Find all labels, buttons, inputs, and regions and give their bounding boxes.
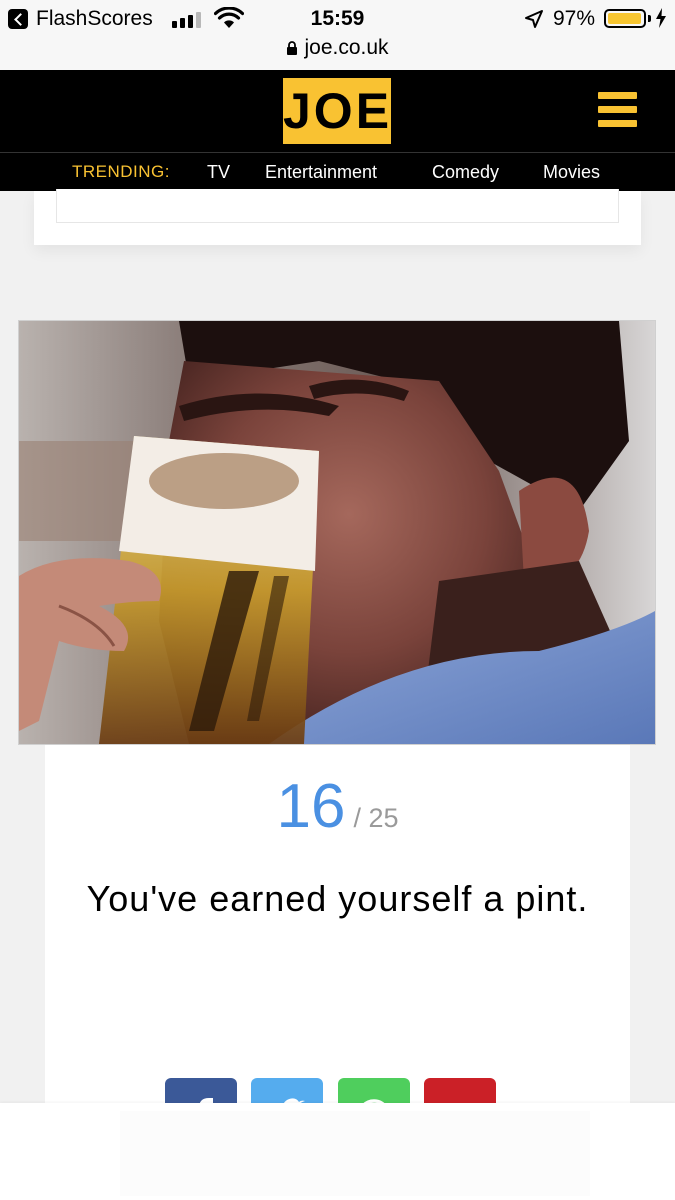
score-display: 16/ 25	[45, 771, 630, 842]
score-value: 16	[276, 772, 346, 841]
battery-level	[608, 13, 641, 24]
location-arrow-icon	[525, 10, 543, 28]
joe-logo[interactable]: JOE	[283, 78, 391, 144]
trending-link-comedy[interactable]: Comedy	[432, 162, 499, 183]
result-message: You've earned yourself a pint.	[86, 878, 589, 919]
site-header: JOE	[0, 70, 675, 152]
previous-question-card	[34, 189, 641, 245]
charging-bolt-icon	[656, 8, 666, 28]
bottom-ad-banner	[0, 1103, 675, 1200]
status-bar: FlashScores 15:59 97%	[0, 0, 675, 36]
battery-tip	[648, 15, 651, 22]
hamburger-menu-icon[interactable]	[592, 90, 640, 130]
result-gif-image	[18, 320, 656, 745]
trending-link-movies[interactable]: Movies	[543, 162, 600, 183]
battery-icon	[604, 9, 646, 28]
lock-icon	[287, 41, 298, 55]
trending-link-entertainment[interactable]: Entertainment	[265, 162, 377, 183]
ad-slot[interactable]	[120, 1111, 590, 1196]
score-total: / 25	[353, 803, 399, 833]
url-text[interactable]: joe.co.uk	[304, 36, 388, 59]
battery-percentage: 97%	[553, 7, 596, 30]
trending-nav: TRENDING: TV Entertainment Comedy Movies	[0, 152, 675, 191]
trending-label: TRENDING:	[72, 162, 170, 181]
trending-link-tv[interactable]: TV	[207, 162, 230, 183]
previous-answer-option[interactable]	[56, 189, 619, 223]
address-bar[interactable]: joe.co.uk	[0, 36, 675, 70]
